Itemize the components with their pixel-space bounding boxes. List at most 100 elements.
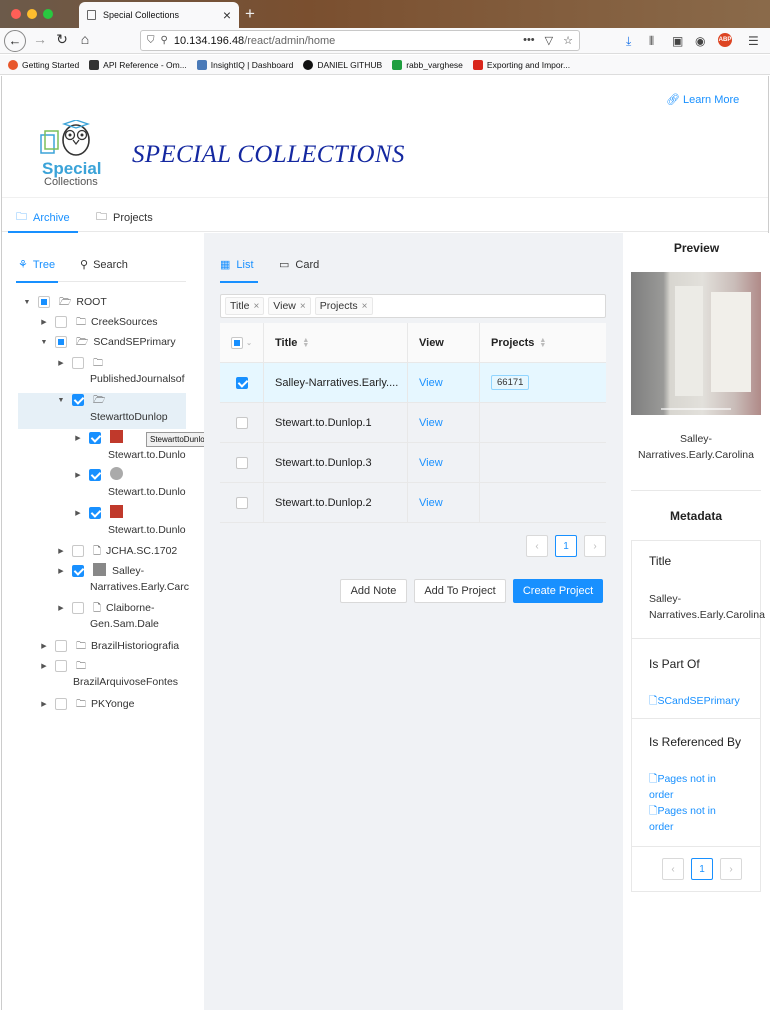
caret-right-icon[interactable]: ▶	[39, 314, 49, 331]
tree-node-stewart-child3[interactable]: ▶	[73, 505, 129, 522]
tree-node-stewart-child2-label[interactable]: Stewart.to.Dunlo	[108, 486, 186, 498]
tree-node-published[interactable]: ▶ 🗀︎	[56, 355, 108, 372]
tree-node-published-label[interactable]: PublishedJournalsof	[90, 373, 185, 385]
account-icon[interactable]: ◉	[695, 34, 705, 48]
is-part-of-link[interactable]: 🗋︎SCandSEPrimary	[649, 693, 740, 709]
filter-chip-title[interactable]: Title ×	[225, 297, 265, 315]
row-checkbox[interactable]	[235, 376, 248, 389]
tree-checkbox[interactable]	[72, 565, 84, 577]
view-link[interactable]: View	[419, 497, 443, 509]
page-actions-icon[interactable]: •••	[523, 34, 535, 47]
close-tab-icon[interactable]: ×	[223, 7, 231, 23]
tree-node-stewart-child3-label[interactable]: Stewart.to.Dunlo	[108, 524, 186, 536]
tree-node-stewart[interactable]: ▼ 🗁︎	[56, 392, 110, 409]
row-checkbox[interactable]	[235, 496, 248, 509]
sort-icon[interactable]: ▲ ▼	[302, 337, 309, 349]
tree-checkbox[interactable]	[89, 432, 101, 444]
caret-right-icon[interactable]: ▶	[39, 696, 49, 713]
tree-node-stewart-child1[interactable]: ▶	[73, 430, 129, 447]
adblock-icon[interactable]: ABP	[718, 33, 732, 47]
tree-checkbox[interactable]	[55, 698, 67, 710]
caret-right-icon[interactable]: ▶	[73, 505, 83, 522]
column-header-title[interactable]: Title ▲ ▼	[264, 323, 408, 362]
caret-down-icon[interactable]: ▼	[22, 294, 32, 311]
tree-checkbox[interactable]	[89, 469, 101, 481]
referenced-by-link[interactable]: 🗋︎Pages not in order	[649, 771, 739, 803]
sort-icon[interactable]: ▲ ▼	[539, 337, 546, 349]
tree-checkbox[interactable]	[72, 394, 84, 406]
back-button[interactable]: ←	[4, 30, 26, 52]
tree-node-jcha[interactable]: ▶ 🗋︎ JCHA.SC.1702	[56, 543, 177, 560]
tree-checkbox[interactable]	[72, 545, 84, 557]
caret-right-icon[interactable]: ▶	[56, 600, 66, 617]
minimize-window-button[interactable]	[27, 9, 37, 19]
tab-list[interactable]: ▦ List	[220, 258, 254, 272]
tree-checkbox[interactable]	[55, 660, 67, 672]
tree-checkbox[interactable]	[55, 336, 67, 348]
permissions-icon[interactable]: ⚲	[161, 35, 168, 46]
tree-checkbox[interactable]	[55, 640, 67, 652]
close-icon[interactable]: ×	[300, 301, 306, 312]
close-icon[interactable]: ×	[362, 301, 368, 312]
filter-chip-view[interactable]: View ×	[268, 297, 311, 315]
forward-button[interactable]: →	[30, 31, 50, 47]
tree-node-brazilarq[interactable]: ▶ 🗀︎	[39, 658, 91, 675]
referenced-by-link[interactable]: 🗋︎Pages not in order	[649, 803, 739, 835]
tree-checkbox[interactable]	[89, 507, 101, 519]
bookmark-exporting[interactable]: Exporting and Impor...	[472, 59, 570, 70]
bookmark-insightiq[interactable]: InsightIQ | Dashboard	[196, 59, 293, 70]
select-all-checkbox[interactable]	[231, 336, 244, 349]
column-filter-select[interactable]: Title × View × Projects ×	[220, 294, 606, 318]
view-link[interactable]: View	[419, 377, 443, 389]
table-row[interactable]: Stewart.to.Dunlop.3 View	[220, 443, 606, 483]
metadata-next-button[interactable]: ›	[720, 858, 742, 880]
caret-right-icon[interactable]: ▶	[56, 563, 66, 580]
row-checkbox[interactable]	[235, 416, 248, 429]
sidebar-icon[interactable]: ▣	[672, 34, 683, 48]
tree-checkbox[interactable]	[38, 296, 50, 308]
caret-down-icon[interactable]: ▼	[39, 334, 49, 351]
tree-node-stewart-child1-label[interactable]: Stewart.to.Dunlo	[108, 449, 186, 461]
menu-icon[interactable]: ☰	[748, 34, 759, 48]
tree-node-claiborne[interactable]: ▶ 🗋︎ Claiborne-	[56, 600, 155, 617]
pagination-next-button[interactable]: ›	[584, 535, 606, 557]
tree-node-stewart-label[interactable]: StewarttoDunlop	[90, 411, 168, 423]
pagination-prev-button[interactable]: ‹	[526, 535, 548, 557]
tree-checkbox[interactable]	[72, 357, 84, 369]
bookmark-getting-started[interactable]: Getting Started	[8, 59, 79, 70]
table-row[interactable]: Stewart.to.Dunlop.2 View	[220, 483, 606, 523]
reload-button[interactable]: ↻	[52, 31, 72, 48]
shield-icon[interactable]: ⛉	[147, 35, 155, 46]
add-note-button[interactable]: Add Note	[340, 579, 407, 603]
create-project-button[interactable]: Create Project	[513, 579, 603, 603]
metadata-prev-button[interactable]: ‹	[662, 858, 684, 880]
metadata-page-button[interactable]: 1	[691, 858, 713, 880]
caret-right-icon[interactable]: ▶	[56, 543, 66, 560]
url-bar[interactable]: ⛉ ⚲ 10.134.196.48 /react/admin/home ••• …	[140, 30, 580, 51]
filter-chip-projects[interactable]: Projects ×	[314, 297, 373, 315]
new-tab-button[interactable]: +	[245, 4, 255, 24]
tab-search[interactable]: ⚲ Search	[80, 258, 128, 272]
caret-right-icon[interactable]: ▶	[39, 638, 49, 655]
caret-right-icon[interactable]: ▶	[56, 355, 66, 372]
tree-node-brazilarq-label[interactable]: BrazilArquivoseFontes	[73, 676, 178, 688]
bookmark-star-icon[interactable]: ☆	[563, 34, 573, 47]
tab-projects[interactable]: 🗀︎ Projects	[96, 208, 153, 227]
close-icon[interactable]: ×	[253, 301, 259, 312]
tree-node-root[interactable]: ▼ 🗁︎ ROOT	[22, 294, 107, 311]
close-window-button[interactable]	[11, 9, 21, 19]
tree-node-brazilhist[interactable]: ▶ 🗀︎ BrazilHistoriografia	[39, 638, 179, 655]
carousel-dots[interactable]	[661, 408, 731, 410]
bookmark-github[interactable]: DANIEL GITHUB	[303, 59, 382, 70]
tree-checkbox[interactable]	[72, 602, 84, 614]
row-checkbox[interactable]	[235, 456, 248, 469]
tree-checkbox[interactable]	[55, 316, 67, 328]
tree-node-creek[interactable]: ▶ 🗀︎ CreekSources	[39, 314, 158, 331]
chevron-down-icon[interactable]: ⌄	[246, 339, 252, 347]
caret-right-icon[interactable]: ▶	[73, 430, 83, 447]
view-link[interactable]: View	[419, 417, 443, 429]
tree-node-pkyonge[interactable]: ▶ 🗀︎ PKYonge	[39, 696, 134, 713]
tab-archive[interactable]: 🗀︎ Archive	[16, 208, 70, 227]
view-link[interactable]: View	[419, 457, 443, 469]
caret-right-icon[interactable]: ▶	[39, 658, 49, 675]
